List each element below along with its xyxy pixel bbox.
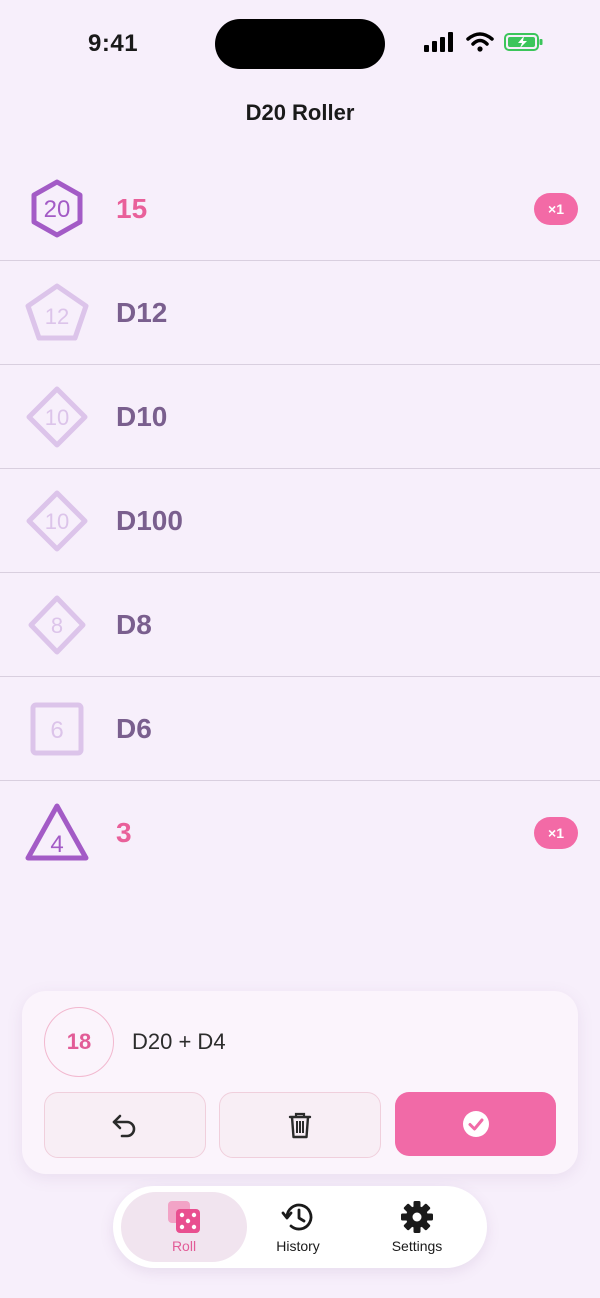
undo-button[interactable] [44, 1092, 206, 1158]
status-time: 9:41 [88, 30, 139, 57]
die-label: D10 [116, 400, 168, 432]
svg-text:6: 6 [50, 717, 63, 744]
die-label: D100 [116, 504, 183, 536]
gear-icon [401, 1201, 433, 1233]
die-row-d8[interactable]: 8 D8 [0, 573, 600, 677]
die-row-d4[interactable]: 4 3 ×1 [0, 781, 600, 884]
confirm-button[interactable] [395, 1092, 556, 1156]
status-icons [424, 32, 544, 52]
tab-label: History [276, 1238, 320, 1254]
die-result: 3 [116, 816, 132, 848]
wifi-icon [466, 32, 494, 52]
svg-text:20: 20 [44, 196, 71, 223]
trash-icon [288, 1112, 312, 1139]
count-badge: ×1 [534, 192, 578, 225]
die-row-d20[interactable]: 20 15 ×1 [0, 157, 600, 261]
d6-icon: 6 [30, 702, 84, 755]
dynamic-island [215, 19, 385, 69]
status-bar: 9:41 [0, 0, 600, 90]
d100-icon: 10 [26, 490, 88, 551]
roll-tray: 18 D20 + D4 [22, 991, 578, 1174]
svg-text:12: 12 [45, 304, 69, 329]
svg-text:8: 8 [51, 613, 63, 638]
tab-bar: Roll History Settings [113, 1186, 487, 1268]
tab-label: Settings [391, 1238, 443, 1254]
dice-list: 20 15 ×1 12 D12 10 D10 10 D100 8 D8 6 D6… [0, 157, 600, 884]
tab-settings[interactable]: Settings [357, 1192, 477, 1262]
d20-icon: 20 [31, 179, 83, 237]
delete-button[interactable] [219, 1092, 381, 1158]
tab-label: Roll [171, 1238, 197, 1254]
d4-icon: 4 [25, 803, 89, 860]
d12-icon: 12 [25, 283, 89, 340]
roll-formula: D20 + D4 [132, 1029, 226, 1054]
history-icon [281, 1203, 313, 1231]
die-row-d10[interactable]: 10 D10 [0, 365, 600, 469]
die-label: D12 [116, 296, 168, 328]
die-row-d100[interactable]: 10 D100 [0, 469, 600, 573]
tab-history[interactable]: History [238, 1192, 358, 1262]
count-badge: ×1 [534, 816, 578, 849]
die-row-d6[interactable]: 6 D6 [0, 677, 600, 781]
checkmark-icon [462, 1111, 489, 1137]
die-label: D8 [116, 608, 152, 640]
dice-icon [168, 1201, 200, 1233]
battery-icon [504, 33, 543, 51]
tab-roll[interactable]: Roll [121, 1192, 247, 1262]
svg-text:4: 4 [50, 831, 63, 858]
die-row-d12[interactable]: 12 D12 [0, 261, 600, 365]
d8-icon: 8 [28, 595, 86, 654]
undo-icon [112, 1114, 136, 1138]
cellular-signal-icon [424, 32, 453, 52]
page-title: D20 Roller [245, 100, 355, 125]
roll-total: 18 [44, 1007, 114, 1077]
d10-icon: 10 [26, 386, 88, 447]
svg-text:10: 10 [45, 405, 69, 430]
svg-text:10: 10 [45, 509, 69, 534]
die-result: 15 [116, 192, 148, 224]
die-label: D6 [116, 712, 152, 744]
